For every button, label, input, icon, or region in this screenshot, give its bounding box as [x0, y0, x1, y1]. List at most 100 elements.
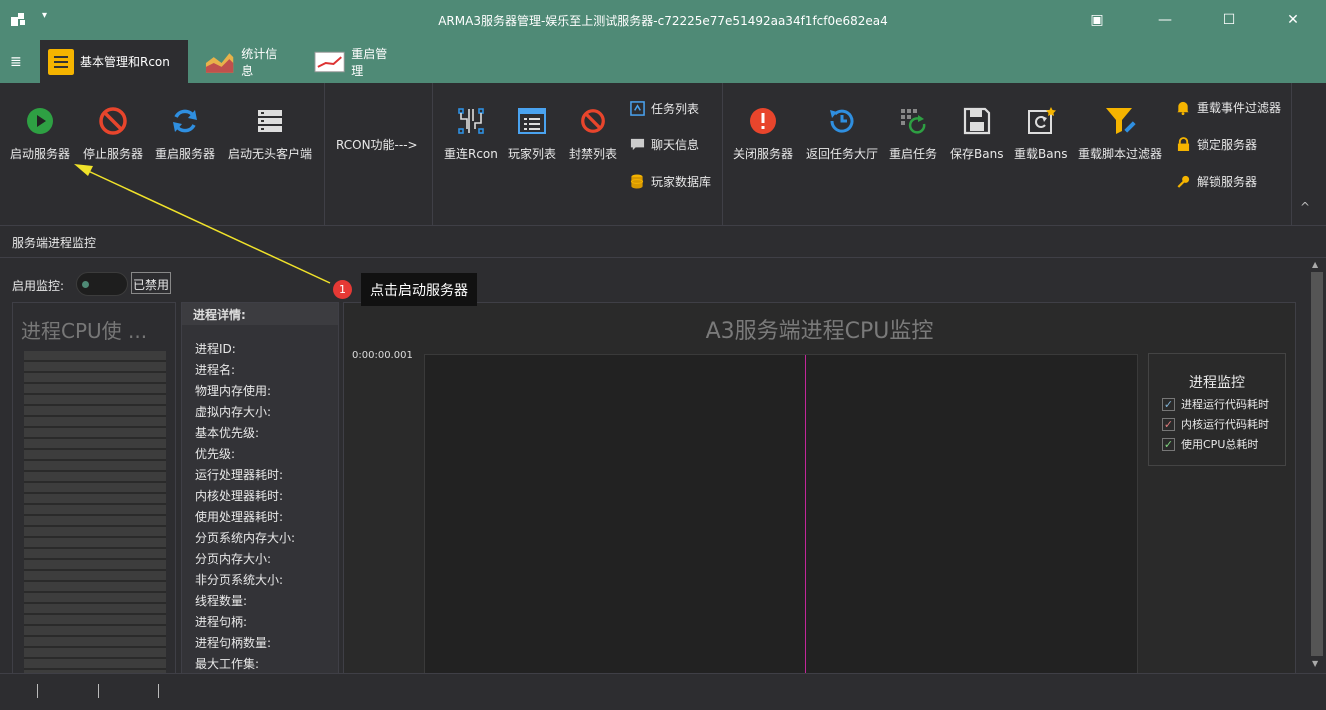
tab-label: 统计信息: [241, 46, 278, 78]
process-detail-row: 非分页系统大小:: [195, 573, 284, 587]
player-list-button[interactable]: 玩家列表: [508, 105, 556, 162]
status-bar: [0, 673, 1326, 710]
collapse-ribbon-icon[interactable]: ^: [1300, 200, 1310, 214]
return-to-lobby-button[interactable]: 返回任务大厅: [806, 105, 878, 162]
restart-chart-icon: [314, 51, 345, 72]
player-database-label: 玩家数据库: [651, 175, 712, 189]
restart-mission-label: 重启任务: [889, 147, 938, 161]
key-icon: [1177, 175, 1190, 188]
unlock-server-button[interactable]: 解锁服务器: [1175, 173, 1257, 190]
tab-basic-management[interactable]: 基本管理和Rcon: [40, 40, 188, 83]
checkbox-checked-icon[interactable]: ✓: [1162, 417, 1175, 431]
time-marker-line: [805, 355, 806, 673]
save-bans-button[interactable]: 保存Bans: [950, 105, 1003, 162]
server-stack-icon: [258, 110, 282, 132]
lock-server-label: 锁定服务器: [1197, 138, 1258, 152]
checkbox-checked-icon[interactable]: ✓: [1162, 437, 1175, 451]
restore-layout-icon: ▣: [1090, 12, 1104, 28]
list-icon: [48, 48, 74, 75]
details-header: 进程详情:: [182, 303, 338, 325]
process-detail-row: 进程句柄:: [195, 615, 248, 629]
process-detail-row: 分页系统内存大小:: [195, 531, 296, 545]
ribbon-separator: [1291, 83, 1292, 226]
ban-list-button[interactable]: 封禁列表: [569, 105, 617, 162]
enable-monitor-label: 启用监控:: [12, 279, 65, 293]
scrollbar-thumb[interactable]: [1311, 272, 1323, 656]
callout-step-badge: 1: [333, 280, 352, 299]
stop-server-button[interactable]: 停止服务器: [83, 105, 143, 162]
reload-bans-label: 重载Bans: [1014, 147, 1068, 161]
y-axis-tick-label: 0:00:00.001: [352, 350, 413, 361]
title-bar: ▾ ARMA3服务器管理-娱乐至上测试服务器-c72225e77e51492aa…: [0, 0, 1326, 40]
menu-icon: ≣: [10, 53, 22, 70]
filter-edit-icon: [1106, 108, 1136, 134]
scroll-up-icon[interactable]: ▲: [1312, 260, 1318, 269]
player-database-button[interactable]: 玩家数据库: [629, 173, 711, 190]
lock-server-button[interactable]: 锁定服务器: [1175, 136, 1257, 153]
start-server-button[interactable]: 启动服务器: [10, 105, 70, 162]
legend-item[interactable]: ✓ 内核运行代码耗时: [1162, 416, 1285, 432]
chart-plot-area: [424, 354, 1138, 673]
cpu-chart-panel: A3服务端进程CPU监控 0:00:00.001 进程监控 ✓ 进程运行代码耗时…: [343, 302, 1296, 674]
network-icon: [458, 108, 484, 134]
chat-messages-button[interactable]: 聊天信息: [629, 136, 699, 153]
reload-bans-button[interactable]: 重载Bans: [1014, 105, 1067, 162]
ban-icon: [581, 109, 605, 133]
reconnect-rcon-button[interactable]: 重连Rcon: [444, 105, 498, 162]
restart-server-button[interactable]: 重启服务器: [155, 105, 215, 162]
app-menu-button[interactable]: ≣: [2, 40, 30, 83]
reconnect-rcon-label: 重连Rcon: [444, 147, 498, 161]
process-detail-row: 分页内存大小:: [195, 552, 272, 566]
start-server-label: 启动服务器: [10, 147, 71, 161]
mission-list-icon: [629, 101, 645, 116]
process-monitor-section-header: 服务端进程监控: [0, 226, 1326, 258]
stop-icon: [99, 107, 127, 135]
legend-label: 进程运行代码耗时: [1181, 398, 1269, 411]
process-detail-row: 线程数量:: [195, 594, 248, 608]
status-separator: [158, 684, 159, 698]
vertical-scrollbar[interactable]: ▲ ▼: [1308, 258, 1326, 673]
tab-restart-management[interactable]: 重启管理: [306, 40, 406, 83]
tab-statistics[interactable]: 统计信息: [196, 40, 296, 83]
restart-mission-button[interactable]: 重启任务: [889, 105, 937, 162]
unlock-server-label: 解锁服务器: [1197, 175, 1258, 189]
ribbon-separator: [432, 83, 433, 226]
grid-refresh-icon: [901, 109, 926, 134]
chat-bubble-icon: [630, 138, 644, 151]
minimize-button[interactable]: —: [1142, 0, 1188, 40]
legend-item[interactable]: ✓ 使用CPU总耗时: [1162, 436, 1285, 452]
launch-headless-client-button[interactable]: 启动无头客户端: [228, 105, 312, 162]
shutdown-server-label: 关闭服务器: [733, 147, 794, 161]
rcon-functions-label: RCON功能--->: [336, 138, 418, 152]
reload-document-icon: [1027, 107, 1056, 134]
process-detail-row: 进程ID:: [195, 342, 236, 356]
shutdown-server-button[interactable]: 关闭服务器: [733, 105, 793, 162]
reload-script-filter-label: 重载脚本过滤器: [1078, 147, 1163, 161]
reload-event-filter-button[interactable]: 重载事件过滤器: [1175, 99, 1281, 116]
process-detail-row: 进程名:: [195, 363, 236, 377]
reload-event-filter-label: 重载事件过滤器: [1197, 101, 1282, 115]
section-title: 服务端进程监控: [12, 236, 97, 250]
process-detail-row: 使用处理器耗时:: [195, 510, 284, 524]
checkbox-checked-icon[interactable]: ✓: [1162, 397, 1175, 411]
close-button[interactable]: ✕: [1270, 0, 1316, 40]
monitor-content: 启用监控: 已禁用 进程CPU使 ... 进程详情: 进程ID: 进程名: 物理内存…: [0, 258, 1326, 681]
list-window-icon: [518, 108, 546, 134]
player-list-label: 玩家列表: [508, 147, 557, 161]
enable-monitor-toggle[interactable]: [76, 272, 128, 296]
restart-server-label: 重启服务器: [155, 147, 216, 161]
ribbon-separator: [722, 83, 723, 226]
legend-item[interactable]: ✓ 进程运行代码耗时: [1162, 396, 1285, 412]
mission-list-button[interactable]: 任务列表: [629, 100, 699, 117]
callout-tooltip: 点击启动服务器: [361, 273, 477, 306]
process-detail-row: 最大工作集:: [195, 657, 260, 671]
process-detail-row: 运行处理器耗时:: [195, 468, 284, 482]
play-icon: [27, 108, 53, 134]
ban-list-label: 封禁列表: [569, 147, 618, 161]
maximize-button[interactable]: ☐: [1206, 0, 1252, 40]
restore-layout-button[interactable]: ▣: [1074, 0, 1120, 40]
legend-label: 使用CPU总耗时: [1181, 438, 1259, 451]
reload-script-filter-button[interactable]: 重载脚本过滤器: [1078, 105, 1162, 162]
tab-label: 重启管理: [351, 46, 388, 78]
scroll-down-icon[interactable]: ▼: [1312, 659, 1318, 668]
